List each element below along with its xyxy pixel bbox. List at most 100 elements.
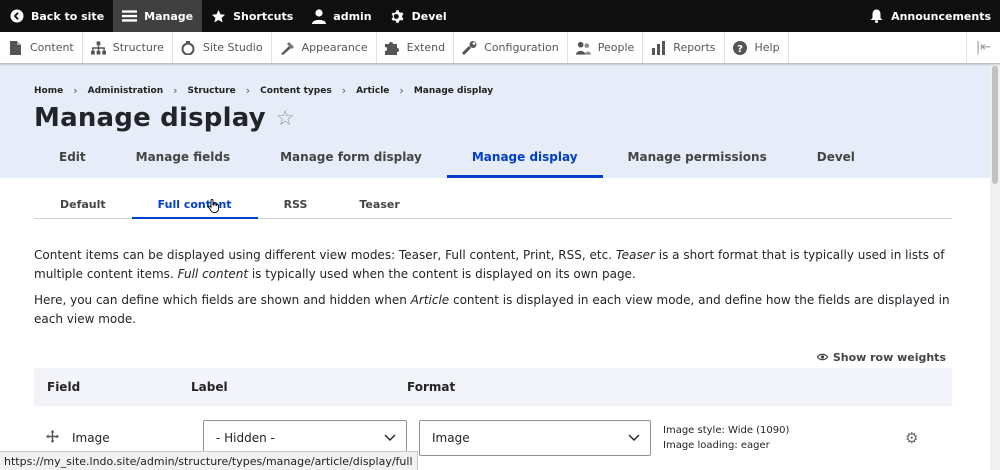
breadcrumb-administration[interactable]: Administration [88,86,164,96]
svg-text:?: ? [737,44,743,55]
shortcuts-label: Shortcuts [233,9,294,23]
announcements-label: Announcements [891,9,991,23]
primary-tabs: Edit Manage fields Manage form display M… [34,138,880,178]
user-label: admin [333,9,372,23]
scrollbar-thumb[interactable] [992,66,998,184]
breadcrumb-separator: › [399,84,404,97]
eye-icon [816,351,829,364]
tab-manage-fields[interactable]: Manage fields [111,138,255,178]
format-summary: Image style: Wide (1090) Image loading: … [663,423,873,453]
browser-status-url: https://my_site.lndo.site/admin/structur… [0,451,418,470]
tray-item-label: Content [30,41,74,54]
bell-icon [869,9,884,24]
appearance-icon [280,40,295,55]
secondary-tabs: Default Full content RSS Teaser [34,192,952,219]
tray-item-label: Appearance [301,41,368,54]
format-select[interactable]: Image [419,420,651,456]
tray-item-configuration[interactable]: Configuration [454,32,568,63]
devel-label: Devel [411,9,447,23]
tray-item-label: Reports [673,41,716,54]
breadcrumb-structure[interactable]: Structure [188,86,236,96]
tray-item-label: Site Studio [202,41,263,54]
hand-pointer-icon [208,199,220,213]
tray-item-people[interactable]: People [568,32,644,63]
subtab-rss[interactable]: RSS [258,192,334,219]
tray-item-label: People [597,41,635,54]
tray-orientation-toggle[interactable]: |⇤ [966,32,1000,63]
field-name: Image [72,431,110,445]
breadcrumb-manage-display[interactable]: Manage display [414,86,493,96]
format-select-value: Image [432,431,470,445]
tab-manage-display[interactable]: Manage display [446,138,603,178]
extend-icon [384,40,400,55]
star-icon [211,9,226,24]
breadcrumb-article[interactable]: Article [356,86,389,96]
description: Content items can be displayed using dif… [34,246,952,329]
subtab-default[interactable]: Default [34,192,132,219]
structure-icon [90,40,106,55]
tray-item-extend[interactable]: Extend [377,32,455,63]
breadcrumb-separator: › [73,84,78,97]
settings-gear-icon[interactable]: ⚙ [905,429,918,447]
breadcrumb-separator: › [341,84,347,97]
manage-tab[interactable]: Manage [113,0,203,32]
chevron-down-icon [628,431,640,445]
description-paragraph: Content items can be displayed using dif… [34,248,945,281]
breadcrumb-home[interactable]: Home [34,86,63,96]
shortcuts-tab[interactable]: Shortcuts [202,0,302,32]
subtab-full-content[interactable]: Full content [131,192,258,219]
devel-tab[interactable]: Devel [381,0,456,32]
subtab-teaser[interactable]: Teaser [333,192,425,219]
tray-item-help[interactable]: ? Help [725,32,789,63]
tab-manage-permissions[interactable]: Manage permissions [603,138,792,178]
tab-devel[interactable]: Devel [792,138,880,178]
column-header-label: Label [191,380,228,394]
tray-item-site-studio[interactable]: Site Studio [173,32,272,63]
site-studio-icon [181,40,196,55]
summary-line: Image loading: eager [663,440,770,451]
column-header-field: Field [47,380,81,394]
page-header: Home › Administration › Structure › Cont… [0,64,1000,178]
collapse-icon: |⇤ [975,40,992,55]
tray-item-label: Configuration [484,41,559,54]
user-tab[interactable]: admin [302,0,380,32]
tray-item-content[interactable]: Content [0,32,83,63]
drag-handle-icon[interactable] [34,430,72,446]
show-row-weights-label: Show row weights [832,351,946,364]
tab-edit[interactable]: Edit [34,138,111,178]
tray-item-label: Help [754,41,780,54]
chevron-left-circle-icon [9,9,24,24]
breadcrumb-separator: › [245,84,251,97]
tray-item-appearance[interactable]: Appearance [272,32,377,63]
gear-icon [390,9,405,24]
description-paragraph: Here, you can define which fields are sh… [34,293,950,326]
manage-label: Manage [144,9,194,23]
tray-item-label: Extend [406,41,446,54]
summary-line: Image style: Wide (1090) [663,425,790,436]
breadcrumb-separator: › [173,84,178,97]
tray-item-reports[interactable]: Reports [643,32,725,63]
people-icon [575,40,591,55]
tab-manage-form-display[interactable]: Manage form display [255,138,447,178]
column-header-format: Format [407,380,456,394]
breadcrumb: Home › Administration › Structure › Cont… [34,64,966,97]
chevron-down-icon [384,431,396,445]
reports-icon [651,40,666,55]
page-scrollbar[interactable] [990,64,1000,470]
admin-tray: Content Structure Site Studio Appearance… [0,32,1000,64]
user-icon [311,8,326,24]
show-row-weights-button[interactable]: Show row weights [816,351,946,364]
tray-item-structure[interactable]: Structure [83,32,173,63]
hamburger-icon [122,9,138,24]
tray-item-label: Structure [112,41,164,54]
content-icon [8,40,23,55]
configuration-icon [462,40,477,55]
star-outline-icon[interactable]: ☆ [276,106,295,130]
table-header: Field Label Format [34,368,952,406]
help-icon: ? [733,40,748,55]
breadcrumb-content-types[interactable]: Content types [260,86,332,96]
page-title: Manage display [34,103,266,133]
announcements-tab[interactable]: Announcements [860,0,1000,32]
toolbar-bar: Back to site Manage Shortcuts admin Deve… [0,0,1000,32]
back-to-site-link[interactable]: Back to site [0,0,113,32]
